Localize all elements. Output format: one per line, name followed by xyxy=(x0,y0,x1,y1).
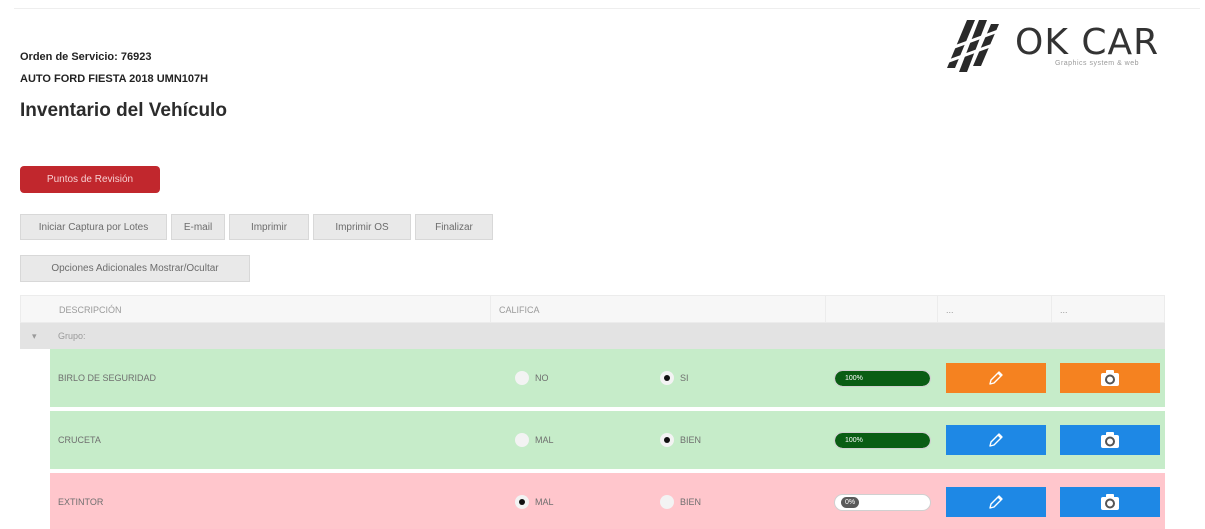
logo-wordmark: OK CAR xyxy=(1015,22,1160,63)
rating-option-2[interactable]: BIEN xyxy=(660,473,701,529)
grid-header: DESCRIPCIÓN CALIFICA ... ... xyxy=(20,295,1165,324)
progress-label: 100% xyxy=(845,375,863,382)
logo-tagline: Graphics system & web xyxy=(1055,60,1140,67)
table-row: BIRLO DE SEGURIDAD NO SI 100% xyxy=(50,349,1165,407)
radio-button[interactable] xyxy=(515,495,529,509)
row-gutter xyxy=(20,411,50,469)
edit-button[interactable] xyxy=(946,487,1046,517)
print-button[interactable]: Imprimir xyxy=(229,214,309,240)
camera-icon xyxy=(1101,432,1119,448)
review-points-button[interactable]: Puntos de Revisión xyxy=(20,166,160,193)
radio-button[interactable] xyxy=(515,433,529,447)
camera-button[interactable] xyxy=(1060,487,1160,517)
item-description: EXTINTOR xyxy=(58,497,104,507)
rating-option-1[interactable]: MAL xyxy=(515,473,554,529)
page-title: Inventario del Vehículo xyxy=(20,100,227,121)
rating-option-1[interactable]: MAL xyxy=(515,411,554,469)
rating-option-2[interactable]: SI xyxy=(660,349,689,407)
column-header-edit: ... xyxy=(938,296,1052,324)
rating-option-1[interactable]: NO xyxy=(515,349,549,407)
ok-car-logo-mark xyxy=(946,20,1004,72)
pencil-icon xyxy=(989,495,1003,509)
radio-button[interactable] xyxy=(515,371,529,385)
progress-bar: 0% xyxy=(834,494,931,511)
progress-bar: 100% xyxy=(834,370,931,387)
rating-option-label: SI xyxy=(680,373,689,383)
camera-icon xyxy=(1101,370,1119,386)
pencil-icon xyxy=(989,433,1003,447)
batch-capture-button[interactable]: Iniciar Captura por Lotes xyxy=(20,214,167,240)
radio-button[interactable] xyxy=(660,433,674,447)
group-collapse-toggle[interactable]: ▾ xyxy=(32,323,37,349)
radio-button[interactable] xyxy=(660,495,674,509)
service-order-number: Orden de Servicio: 76923 xyxy=(20,51,152,63)
group-label: Grupo: xyxy=(58,331,86,341)
camera-icon xyxy=(1101,494,1119,510)
column-header-rating[interactable]: CALIFICA xyxy=(491,296,826,324)
action-toolbar: Iniciar Captura por Lotes E-mail Imprimi… xyxy=(20,214,497,240)
ok-car-logo: OK CAR Graphics system & web xyxy=(945,18,1200,78)
pencil-icon xyxy=(989,371,1003,385)
rating-option-label: MAL xyxy=(535,435,554,445)
row-gutter xyxy=(20,349,50,407)
item-description: CRUCETA xyxy=(58,435,101,445)
column-header-description[interactable]: DESCRIPCIÓN xyxy=(51,296,491,324)
column-header-progress xyxy=(826,296,938,324)
rating-option-label: MAL xyxy=(535,497,554,507)
email-button[interactable]: E-mail xyxy=(171,214,225,240)
camera-button[interactable] xyxy=(1060,425,1160,455)
toggle-options-button[interactable]: Opciones Adicionales Mostrar/Ocultar xyxy=(20,255,250,282)
column-header-photo: ... xyxy=(1060,305,1068,315)
vehicle-description: AUTO FORD FIESTA 2018 UMN107H xyxy=(20,73,209,85)
progress-bar: 100% xyxy=(834,432,931,449)
top-divider xyxy=(14,8,1200,9)
rating-option-label: BIEN xyxy=(680,497,702,507)
finish-button[interactable]: Finalizar xyxy=(415,214,493,240)
camera-button[interactable] xyxy=(1060,363,1160,393)
rating-option-label: NO xyxy=(535,373,549,383)
edit-button[interactable] xyxy=(946,425,1046,455)
progress-label: 100% xyxy=(845,437,863,444)
order-header: Orden de Servicio: 76923 AUTO FORD FIEST… xyxy=(20,46,208,90)
progress-label: 0% xyxy=(841,497,860,508)
inventory-grid: DESCRIPCIÓN CALIFICA ... ... ▾ Grupo: BI… xyxy=(20,295,1165,529)
radio-button[interactable] xyxy=(660,371,674,385)
item-description: BIRLO DE SEGURIDAD xyxy=(58,373,157,383)
edit-button[interactable] xyxy=(946,363,1046,393)
rating-option-2[interactable]: BIEN xyxy=(660,411,701,469)
row-gutter xyxy=(20,473,50,529)
table-row: CRUCETA MAL BIEN 100% xyxy=(50,411,1165,469)
print-order-button[interactable]: Imprimir OS xyxy=(313,214,411,240)
table-row: EXTINTOR MAL BIEN 0% xyxy=(50,473,1165,529)
group-row[interactable]: ▾ Grupo: xyxy=(20,323,1165,349)
rating-option-label: BIEN xyxy=(680,435,702,445)
